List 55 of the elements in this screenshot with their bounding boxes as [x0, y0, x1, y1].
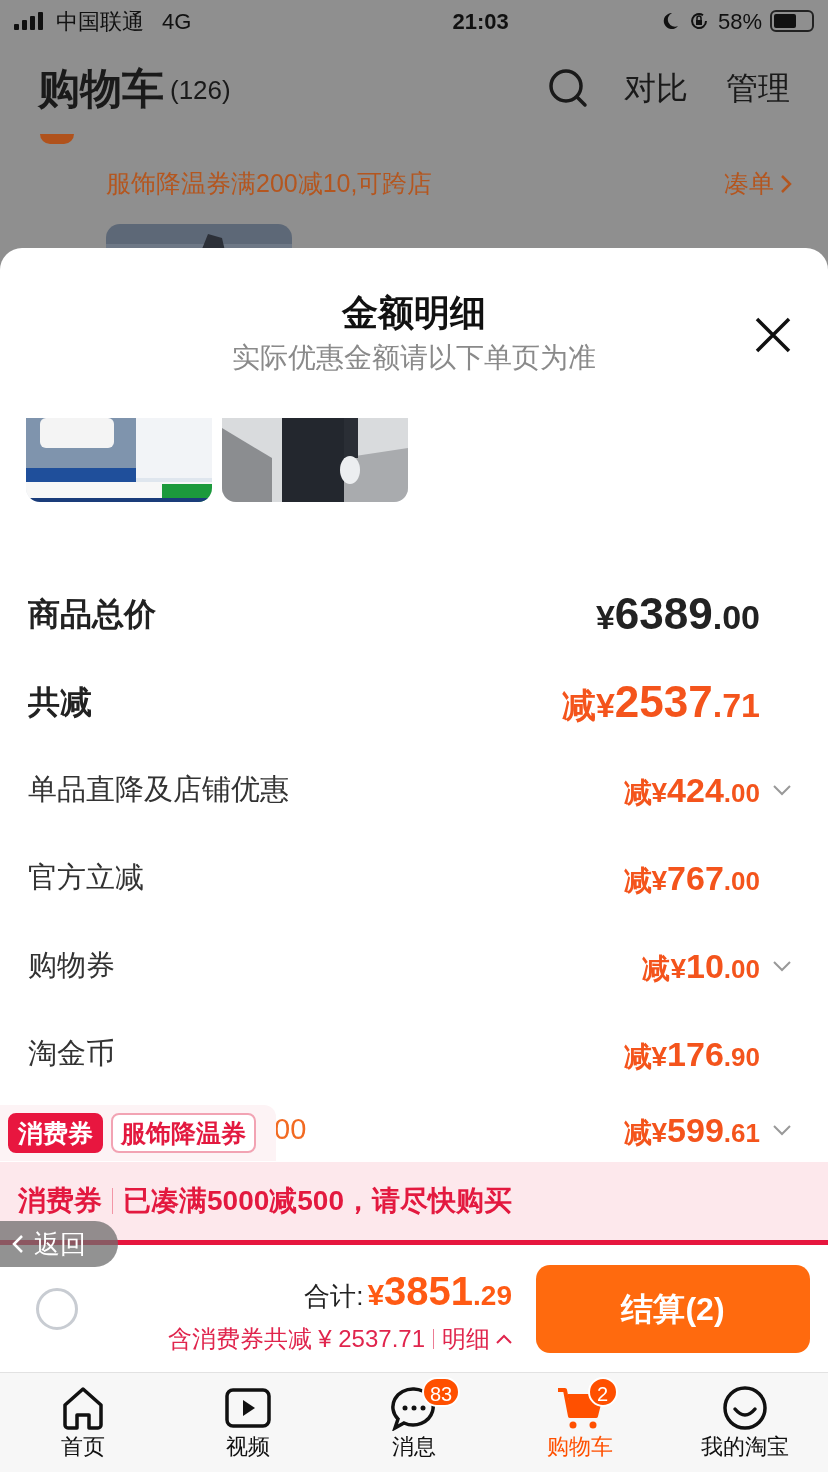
checkout-button[interactable]: 结算(2)	[536, 1264, 810, 1353]
chevron-down-icon[interactable]	[772, 960, 792, 972]
page-title: 购物车	[38, 63, 164, 114]
play-icon	[224, 1385, 273, 1431]
select-all-checkbox[interactable]	[36, 1287, 78, 1330]
header-action[interactable]: 管理	[726, 64, 790, 112]
total-label: 合计:	[304, 1279, 364, 1313]
chevron-left-icon	[12, 1234, 24, 1254]
row-label: 官方立减	[28, 860, 144, 896]
coupon-tag: 服饰降温券	[111, 1113, 256, 1153]
amount: 减¥2537.71	[561, 676, 760, 728]
banner-message: 已凑满5000减500，请尽快购买	[123, 1184, 512, 1218]
chevron-up-icon	[496, 1333, 512, 1344]
chevron-down-icon[interactable]	[772, 784, 792, 796]
row-label: 购物券	[28, 948, 115, 984]
total-amount: ¥3851.29	[367, 1267, 512, 1315]
amount: 减¥10.00	[642, 945, 760, 987]
amount: 减¥767.00	[623, 857, 760, 899]
amount: 减¥599.61	[623, 1109, 760, 1151]
carrier-name: 中国联通	[56, 7, 144, 36]
network-type: 4G	[162, 7, 192, 36]
tab-indicator	[40, 134, 74, 144]
search-icon[interactable]	[548, 68, 588, 108]
battery-icon	[770, 10, 814, 32]
coupon-notice: 服饰降温券满200减10,可跨店	[106, 168, 433, 200]
savings-text: 含消费券共减 ¥ 2537.71	[167, 1323, 425, 1354]
banner-tag: 消费券	[18, 1180, 102, 1222]
clock: 21:03	[452, 7, 509, 36]
smiley-icon	[722, 1385, 769, 1431]
count-badge: 83	[422, 1377, 461, 1407]
row-label: 共减	[28, 683, 92, 722]
row-label: 00	[274, 1112, 307, 1148]
count-badge: 2	[587, 1377, 618, 1407]
tab-bar-item[interactable]: 我的淘宝	[662, 1373, 828, 1472]
chevron-right-icon	[780, 174, 792, 194]
close-icon[interactable]	[754, 316, 792, 354]
back-button[interactable]: 返回	[0, 1221, 118, 1267]
row-label: 单品直降及店铺优惠	[28, 772, 289, 808]
details-link[interactable]: 明细	[442, 1320, 512, 1357]
coupon-tag: 消费券	[8, 1113, 103, 1153]
amount: ¥6389.00	[595, 588, 760, 640]
chevron-down-icon[interactable]	[772, 1124, 792, 1136]
amount: 减¥176.90	[623, 1033, 760, 1075]
item-count: (126)	[170, 73, 231, 107]
sheet-title: 金额明细	[342, 291, 486, 335]
amount: 减¥424.00	[623, 769, 760, 811]
tab-bar-item[interactable]: 购物车 2	[496, 1373, 663, 1472]
tab-bar-item[interactable]: 消息 83	[331, 1373, 497, 1472]
sheet-subtitle: 实际优惠金额请以下单页为准	[232, 341, 596, 375]
header-action[interactable]: 对比	[624, 64, 688, 112]
row-label: 淘金币	[28, 1036, 115, 1072]
tab-bar-item[interactable]: 首页	[0, 1373, 166, 1472]
tab-bar-item[interactable]: 视频	[165, 1373, 332, 1472]
row-label: 商品总价	[28, 595, 156, 634]
battery-percent: 58%	[717, 7, 762, 36]
